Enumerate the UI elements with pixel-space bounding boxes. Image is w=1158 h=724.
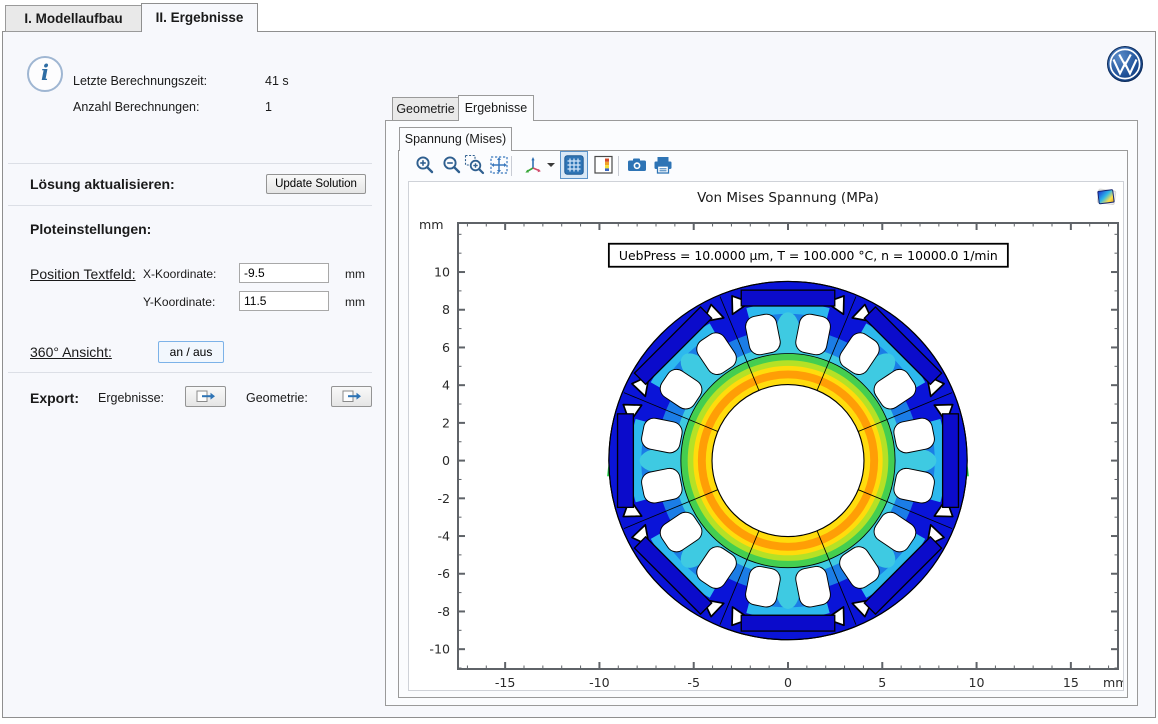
last-computation-value: 41 s (265, 74, 289, 88)
svg-text:-10: -10 (429, 642, 450, 657)
svg-text:0: 0 (442, 453, 450, 468)
info-icon: i (27, 56, 63, 92)
svg-text:0: 0 (784, 675, 792, 690)
x-coordinate-label: X-Koordinate: (143, 267, 216, 281)
view-360-label: 360° Ansicht: (30, 344, 112, 360)
svg-text:mm: mm (1103, 675, 1123, 690)
view-orientation-icon[interactable] (522, 154, 544, 176)
svg-text:6: 6 (442, 340, 450, 355)
svg-text:UebPress = 10.0000 μm, T = 100: UebPress = 10.0000 μm, T = 100.000 °C, n… (619, 248, 998, 263)
svg-text:4: 4 (442, 378, 450, 393)
von-mises-plot: Von Mises Spannung (MPa) -15 -10 -5 0 5 10 15 -1… (409, 182, 1123, 690)
svg-text:Von Mises Spannung (MPa): Von Mises Spannung (MPa) (697, 190, 879, 206)
svg-text:8: 8 (442, 302, 450, 317)
svg-text:-6: -6 (437, 566, 450, 581)
vw-logo (1106, 45, 1144, 88)
chevron-down-icon[interactable] (547, 163, 555, 167)
grid-toggle-button[interactable] (560, 151, 588, 179)
tab-modellaufbau[interactable]: I. Modellaufbau (5, 5, 142, 32)
x-unit-label: mm (345, 267, 365, 281)
svg-text:-10: -10 (589, 675, 610, 690)
export-results-label: Ergebnisse: (98, 391, 164, 405)
zoom-out-icon[interactable] (441, 154, 463, 176)
computation-count-label: Anzahl Berechnungen: (73, 100, 199, 114)
divider (8, 372, 372, 373)
svg-text:-8: -8 (437, 604, 450, 619)
print-icon[interactable] (652, 154, 674, 176)
y-coordinate-input[interactable] (239, 291, 329, 311)
tab-ergebnisse-inner[interactable]: Ergebnisse (458, 95, 534, 121)
svg-text:-5: -5 (687, 675, 700, 690)
plot-canvas[interactable]: Von Mises Spannung (MPa) -15 -10 -5 0 5 10 15 -1… (408, 181, 1124, 691)
plot-settings-heading: Ploteinstellungen: (30, 221, 151, 237)
export-heading: Export: (30, 390, 79, 406)
divider (8, 205, 372, 206)
export-results-button[interactable] (185, 386, 226, 407)
tab-ergebnisse[interactable]: II. Ergebnisse (141, 3, 258, 32)
position-textfield-label: Position Textfeld: (30, 266, 136, 282)
svg-text:-2: -2 (437, 491, 450, 506)
camera-icon[interactable] (626, 154, 648, 176)
y-unit-label: mm (345, 295, 365, 309)
y-coordinate-label: Y-Koordinate: (143, 295, 215, 309)
update-solution-button[interactable]: Update Solution (266, 174, 366, 194)
color-legend-icon[interactable] (593, 154, 615, 176)
svg-text:5: 5 (878, 675, 886, 690)
update-solution-label: Lösung aktualisieren: (30, 176, 175, 192)
grid-icon (564, 155, 584, 175)
zoom-box-icon[interactable] (464, 154, 486, 176)
x-coordinate-input[interactable] (239, 263, 329, 283)
view-360-toggle-button[interactable]: an / aus (158, 341, 224, 363)
svg-text:2: 2 (442, 415, 450, 430)
svg-text:15: 15 (1063, 675, 1079, 690)
zoom-extents-icon[interactable] (488, 154, 510, 176)
surface-plot-icon[interactable] (1093, 184, 1119, 215)
tab-spannung-mises[interactable]: Spannung (Mises) (399, 127, 512, 151)
svg-text:-15: -15 (495, 675, 516, 690)
export-geometry-label: Geometrie: (246, 391, 308, 405)
last-computation-label: Letzte Berechnungszeit: (73, 74, 207, 88)
computation-count-value: 1 (265, 100, 272, 114)
export-icon (342, 390, 362, 403)
zoom-in-icon[interactable] (414, 154, 436, 176)
svg-text:10: 10 (434, 265, 450, 280)
tab-geometrie[interactable]: Geometrie (392, 97, 459, 121)
toolbar-separator (511, 156, 512, 176)
svg-text:mm: mm (419, 217, 444, 232)
divider (8, 163, 372, 164)
svg-text:10: 10 (969, 675, 985, 690)
toolbar-separator (618, 156, 619, 176)
svg-text:-4: -4 (437, 529, 450, 544)
export-geometry-button[interactable] (331, 386, 372, 407)
export-icon (196, 390, 216, 403)
